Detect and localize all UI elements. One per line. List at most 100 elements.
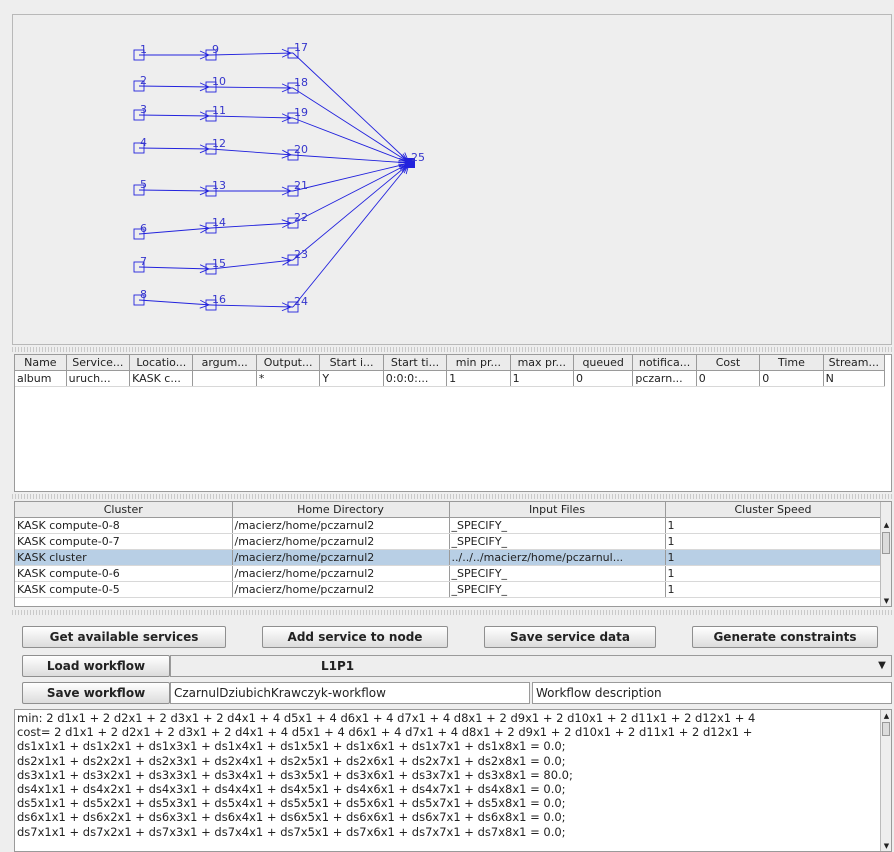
graph-node-15[interactable]: 15 — [205, 257, 226, 275]
services-column-header[interactable]: Output... — [256, 355, 321, 371]
constraint-line[interactable]: ds3x1x1 + ds3x2x1 + ds3x3x1 + ds3x4x1 + … — [17, 768, 877, 782]
services-column-header[interactable]: max pr... — [510, 355, 575, 371]
services-column-header[interactable]: Locatio... — [129, 355, 194, 371]
cluster-table-cell[interactable]: 1 — [665, 581, 882, 598]
services-table-cell[interactable] — [192, 370, 257, 387]
split-pane-divider[interactable] — [12, 347, 892, 352]
graph-node-4[interactable]: 4 — [133, 136, 147, 154]
graph-node-23[interactable]: 23 — [287, 248, 308, 266]
cluster-table-cell[interactable]: 1 — [665, 533, 882, 550]
constraint-line[interactable]: ds1x1x1 + ds1x2x1 + ds1x3x1 + ds1x4x1 + … — [17, 739, 877, 753]
cluster-table-cell[interactable]: ../../../macierz/home/pczarnul... — [449, 549, 666, 566]
graph-node-14[interactable]: 14 — [205, 216, 226, 234]
graph-node-20[interactable]: 20 — [287, 143, 308, 161]
get-available-services-button[interactable]: Get available services — [22, 626, 226, 648]
graph-node-22[interactable]: 22 — [287, 211, 308, 229]
cluster-table-cell[interactable]: _SPECIFY_ — [449, 533, 666, 550]
services-table-cell[interactable]: pczarn... — [632, 370, 697, 387]
services-table-cell[interactable]: N — [823, 370, 886, 387]
constraint-line[interactable]: ds2x1x1 + ds2x2x1 + ds2x3x1 + ds2x4x1 + … — [17, 754, 877, 768]
cluster-column-header[interactable]: Input Files — [449, 502, 666, 518]
graph-node-16[interactable]: 16 — [205, 293, 226, 311]
cluster-table-cell[interactable]: /macierz/home/pczarnul2 — [232, 533, 450, 550]
services-table-row[interactable]: album uruch... KASK c... * Y 0:0:0:... 1 1 0 pcza… — [15, 370, 886, 387]
services-column-header[interactable]: argum... — [192, 355, 257, 371]
scroll-thumb[interactable] — [882, 722, 890, 736]
graph-node-13[interactable]: 13 — [205, 179, 226, 197]
chevron-down-icon[interactable]: ▼ — [875, 656, 889, 676]
constraint-line[interactable]: min: 2 d1x1 + 2 d2x1 + 2 d3x1 + 2 d4x1 +… — [17, 711, 877, 725]
cluster-table-row[interactable]: KASK compute-0-6/macierz/home/pczarnul2 _… — [15, 565, 882, 582]
graph-node-1[interactable]: 1 — [133, 43, 147, 61]
save-workflow-button[interactable]: Save workflow — [22, 682, 170, 704]
generate-constraints-button[interactable]: Generate constraints — [692, 626, 878, 648]
services-table[interactable]: Name Service... Locatio... argum... Output..… — [14, 354, 892, 492]
cluster-table-cell[interactable]: _SPECIFY_ — [449, 517, 666, 534]
graph-node-8[interactable]: 8 — [133, 288, 147, 306]
scroll-thumb[interactable] — [882, 532, 890, 554]
graph-node-24[interactable]: 24 — [287, 295, 308, 313]
services-column-header[interactable]: Name — [15, 355, 67, 371]
services-table-cell[interactable]: 1 — [510, 370, 575, 387]
graph-node-3[interactable]: 3 — [133, 103, 147, 121]
cluster-table-cell[interactable]: _SPECIFY_ — [449, 581, 666, 598]
cluster-table-cell[interactable]: 1 — [665, 549, 882, 566]
cluster-table-scrollbar[interactable]: ▲ ▼ — [880, 502, 891, 606]
services-table-cell[interactable]: album — [15, 370, 67, 387]
graph-node-11[interactable]: 11 — [205, 104, 226, 122]
services-table-cell[interactable]: 0 — [696, 370, 761, 387]
cluster-table-cell[interactable]: /macierz/home/pczarnul2 — [232, 517, 450, 534]
cluster-table-cell[interactable]: _SPECIFY_ — [449, 565, 666, 582]
workflow-description-field[interactable]: Workflow description — [532, 682, 892, 704]
services-table-cell[interactable]: 0 — [759, 370, 824, 387]
cluster-table-cell[interactable]: KASK compute-0-6 — [15, 565, 233, 582]
cluster-table-cell[interactable]: /macierz/home/pczarnul2 — [232, 549, 450, 566]
constraint-line[interactable]: cost= 2 d1x1 + 2 d2x1 + 2 d3x1 + 2 d4x1 … — [17, 725, 877, 739]
graph-node-10[interactable]: 10 — [205, 75, 226, 93]
workflow-graph-panel[interactable]: 1 2 3 4 5 6 7 8 9 10 11 12 13 14 15 16 17 18 19 20 21 22 23 24 2… — [12, 14, 892, 345]
services-column-header[interactable]: Start i... — [319, 355, 384, 371]
services-table-cell[interactable]: 0:0:0:... — [383, 370, 448, 387]
cluster-table-cell[interactable]: 1 — [665, 565, 882, 582]
services-column-header[interactable]: Cost — [696, 355, 761, 371]
cluster-table-cell[interactable]: KASK compute-0-5 — [15, 581, 233, 598]
graph-node-7[interactable]: 7 — [133, 255, 147, 273]
constraint-line[interactable]: ds7x1x1 + ds7x2x1 + ds7x3x1 + ds7x4x1 + … — [17, 825, 877, 839]
constraints-text[interactable]: min: 2 d1x1 + 2 d2x1 + 2 d3x1 + 2 d4x1 +… — [17, 711, 877, 839]
scroll-down-arrow-icon[interactable]: ▼ — [881, 841, 891, 851]
workflow-graph[interactable]: 1234567891011121314151617181920212223242… — [13, 15, 891, 344]
services-table-cell[interactable]: Y — [319, 370, 384, 387]
graph-node-12[interactable]: 12 — [205, 137, 226, 155]
split-pane-divider[interactable] — [12, 610, 892, 615]
services-table-cell[interactable]: KASK c... — [129, 370, 194, 387]
graph-node-5[interactable]: 5 — [133, 178, 147, 196]
graph-node-18[interactable]: 18 — [287, 76, 308, 94]
graph-node-25[interactable]: 25 — [405, 151, 425, 168]
graph-node-9[interactable]: 9 — [205, 43, 219, 61]
cluster-table-cell[interactable]: /macierz/home/pczarnul2 — [232, 565, 450, 582]
scroll-up-arrow-icon[interactable]: ▲ — [881, 711, 891, 721]
cluster-table-cell[interactable]: /macierz/home/pczarnul2 — [232, 581, 450, 598]
constraint-line[interactable]: ds5x1x1 + ds5x2x1 + ds5x3x1 + ds5x4x1 + … — [17, 796, 877, 810]
constraint-line[interactable]: ds6x1x1 + ds6x2x1 + ds6x3x1 + ds6x4x1 + … — [17, 810, 877, 824]
cluster-column-header[interactable]: Cluster Speed — [665, 502, 882, 518]
cluster-column-header[interactable]: Home Directory — [232, 502, 450, 518]
cluster-table-row[interactable]: KASK cluster/macierz/home/pczarnul2 ../..… — [15, 549, 882, 566]
cluster-table[interactable]: Cluster Home Directory Input Files Cluster … — [14, 501, 892, 607]
cluster-table-cell[interactable]: KASK compute-0-8 — [15, 517, 233, 534]
services-column-header[interactable]: queued — [573, 355, 634, 371]
cluster-table-cell[interactable]: KASK compute-0-7 — [15, 533, 233, 550]
services-table-cell[interactable]: * — [256, 370, 321, 387]
cluster-table-row[interactable]: KASK compute-0-7/macierz/home/pczarnul2 _… — [15, 533, 882, 550]
split-pane-divider[interactable] — [12, 494, 892, 499]
services-table-cell[interactable]: 0 — [573, 370, 634, 387]
constraints-scrollbar[interactable]: ▲ ▼ — [880, 710, 891, 851]
services-column-header[interactable]: Time — [759, 355, 824, 371]
services-table-cell[interactable]: 1 — [446, 370, 511, 387]
load-workflow-button[interactable]: Load workflow — [22, 655, 170, 677]
graph-node-21[interactable]: 21 — [287, 179, 308, 197]
graph-node-6[interactable]: 6 — [133, 222, 147, 240]
save-service-data-button[interactable]: Save service data — [484, 626, 656, 648]
cluster-table-row[interactable]: KASK compute-0-8/macierz/home/pczarnul2 _… — [15, 517, 882, 534]
workflow-select[interactable]: L1P1 ▼ — [170, 655, 892, 677]
